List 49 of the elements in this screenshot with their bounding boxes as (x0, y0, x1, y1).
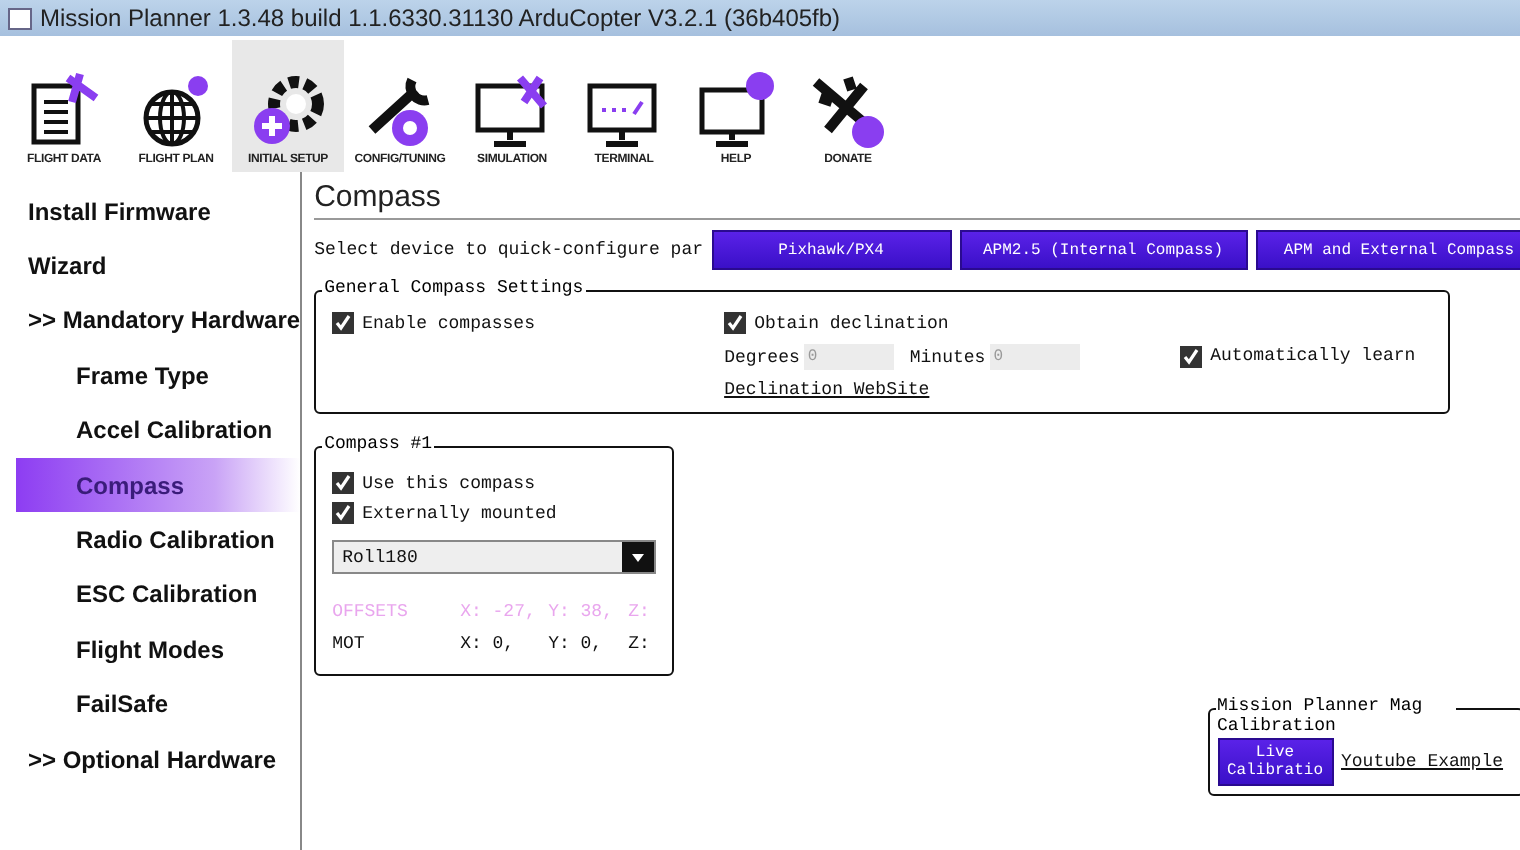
sidebar-item[interactable]: FailSafe (0, 677, 301, 732)
group-title: Mission Planner Mag Calibration (1215, 696, 1455, 736)
field-label: Degrees (724, 347, 800, 367)
sidebar-item[interactable]: >> Mandatory Hardware (0, 293, 301, 349)
checkbox[interactable] (332, 502, 355, 524)
device-preset-button[interactable]: Pixhawk/PX4 (711, 230, 951, 270)
sidebar-item[interactable]: Compass (16, 457, 301, 513)
live-calibration-button[interactable]: Live Calibratio (1217, 738, 1333, 786)
mot-value: Z: (628, 634, 652, 654)
checkbox-label: Automatically learn (1210, 346, 1416, 366)
checkbox[interactable] (332, 472, 355, 494)
caret-icon (622, 542, 655, 572)
sidebar-item[interactable]: Install Firmware (0, 184, 301, 239)
sidebar-item[interactable]: Wizard (0, 238, 301, 294)
device-preset-button[interactable]: APM2.5 (Internal Compass) (959, 230, 1247, 270)
mot-value: Y: 0, (548, 634, 605, 654)
checkbox-label: Use this compass (362, 473, 535, 493)
offset-value: X: -27, (460, 602, 538, 622)
device-preset-button[interactable]: APM and External Compass (1255, 230, 1520, 270)
sidebar-item[interactable]: >> Optional Hardware (0, 731, 301, 787)
checkbox-label: Enable compasses (362, 313, 535, 333)
gear-icon (248, 70, 328, 150)
sidebar-item[interactable]: Frame Type (0, 348, 301, 404)
page-title: Compass (314, 180, 1520, 220)
checkbox[interactable] (724, 312, 747, 334)
declination-link[interactable]: Declination WebSite (724, 380, 1181, 400)
sidebar-item[interactable]: Radio Calibration (0, 512, 301, 568)
checkbox-label: Externally mounted (362, 503, 557, 523)
offset-value: Y: 38, (548, 602, 615, 622)
sidebar-item[interactable]: Flight Modes (0, 622, 301, 678)
sidebar-item[interactable]: Accel Calibration (0, 403, 301, 458)
checkbox[interactable] (1180, 345, 1203, 367)
quick-config-label: Select device to quick-configure par (314, 240, 703, 260)
monitor-icon (696, 70, 776, 150)
offset-value: OFFSETS (332, 602, 410, 622)
app-icon (8, 7, 32, 29)
mot-value: X: 0, (460, 634, 517, 654)
sidebar-item[interactable]: ESC Calibration (0, 567, 301, 623)
checkbox-label: Obtain declination (754, 313, 949, 333)
checkbox[interactable] (332, 312, 355, 334)
window-title: Mission Planner 1.3.48 build 1.1.6330.31130 ArduCopter V3.2.1 (36b405fb) (40, 4, 841, 32)
mot-value: MOT (332, 634, 367, 654)
youtube-link[interactable]: Youtube Example (1341, 752, 1504, 772)
field-label: Minutes (909, 347, 986, 367)
offset-value: Z: (628, 602, 652, 622)
group-title: General Compass Settings (322, 278, 586, 298)
orientation-dropdown[interactable]: Roll180 (332, 540, 657, 574)
monitor-icon (472, 70, 552, 150)
group-title: Compass #1 (322, 434, 435, 454)
